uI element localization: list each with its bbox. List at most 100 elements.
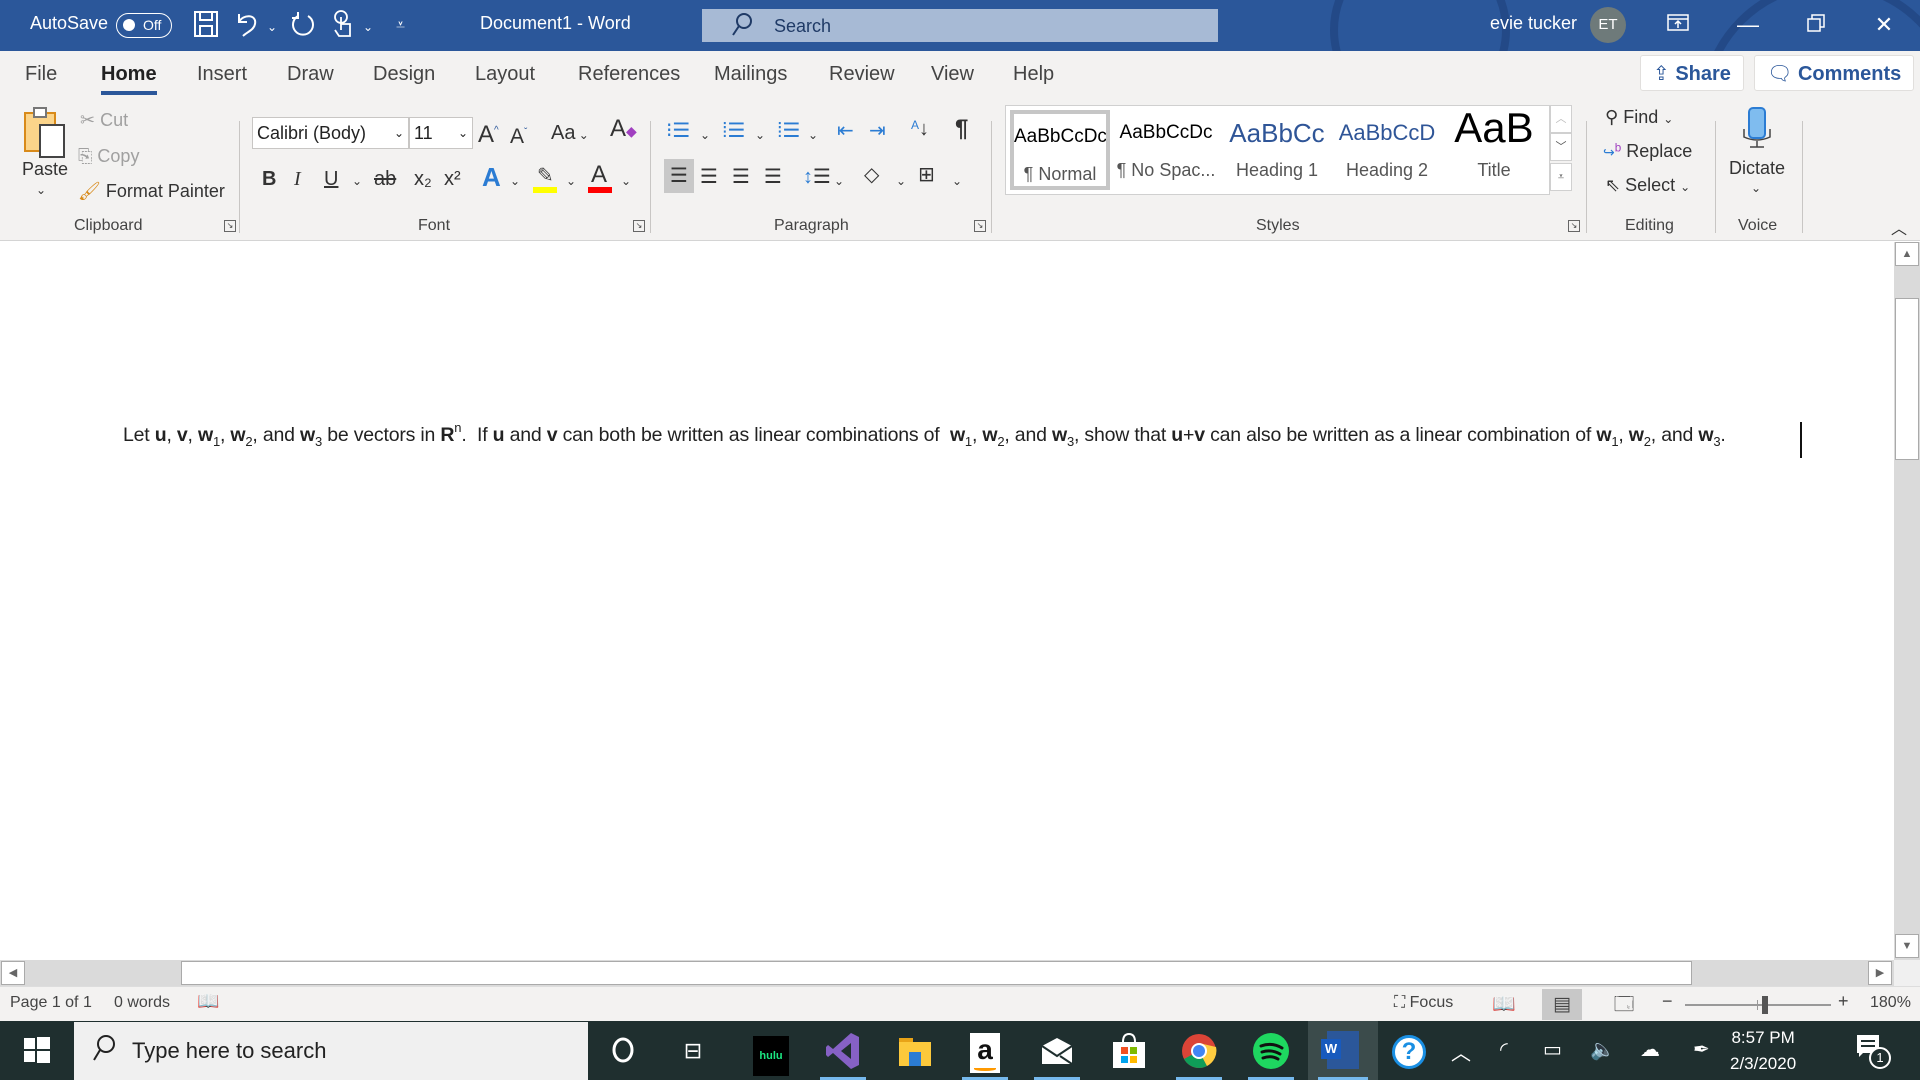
- document-canvas[interactable]: Let u, v, w1, w2, and w3 be vectors in R…: [0, 242, 1894, 960]
- font-color-icon[interactable]: A: [588, 161, 614, 193]
- strikethrough-button[interactable]: ab: [374, 167, 396, 191]
- styles-launcher-icon[interactable]: ↘: [1568, 220, 1580, 232]
- decrease-indent-icon[interactable]: ⇤: [837, 119, 854, 143]
- font-launcher-icon[interactable]: ↘: [633, 220, 645, 232]
- shrink-font-icon[interactable]: Aˇ: [510, 121, 527, 149]
- autosave-toggle[interactable]: Off: [116, 13, 172, 38]
- text-effects-icon[interactable]: A: [482, 164, 501, 190]
- select-button[interactable]: ⇖ Select ⌄: [1605, 175, 1690, 196]
- paste-dropdown-chevron-icon[interactable]: ⌄: [36, 183, 46, 197]
- web-layout-icon[interactable]: 🗔: [1604, 989, 1644, 1020]
- text-effects-dropdown-chevron-icon[interactable]: ⌄: [510, 169, 520, 193]
- scroll-right-icon[interactable]: ▶: [1868, 961, 1892, 985]
- read-mode-icon[interactable]: 📖: [1484, 989, 1524, 1020]
- show-formatting-marks-icon[interactable]: ¶: [955, 117, 968, 141]
- microsoft-store-icon[interactable]: [1096, 1021, 1162, 1080]
- multilevel-list-icon[interactable]: ⁞☰: [777, 119, 801, 143]
- tab-file[interactable]: File: [25, 63, 57, 86]
- page-count[interactable]: Page 1 of 1: [10, 994, 92, 1012]
- customize-quick-access-icon[interactable]: ⩡: [396, 12, 405, 40]
- borders-icon[interactable]: ⊞: [918, 163, 935, 187]
- volume-icon[interactable]: 🔈: [1590, 1037, 1615, 1062]
- paste-icon[interactable]: [20, 105, 70, 161]
- paste-label[interactable]: Paste: [22, 159, 68, 180]
- multilevel-dropdown-chevron-icon[interactable]: ⌄: [808, 123, 818, 147]
- dictate-dropdown-chevron-icon[interactable]: ⌄: [1751, 181, 1761, 195]
- help-icon[interactable]: ?: [1376, 1021, 1442, 1080]
- zoom-out-icon[interactable]: −: [1662, 991, 1673, 1012]
- line-spacing-icon[interactable]: ↕☰: [803, 165, 831, 189]
- print-layout-icon[interactable]: ▤: [1542, 989, 1582, 1020]
- word-count[interactable]: 0 words: [114, 994, 170, 1012]
- taskbar-search-box[interactable]: Type here to search: [74, 1022, 588, 1080]
- scroll-up-icon[interactable]: ▲: [1895, 242, 1919, 266]
- highlight-dropdown-chevron-icon[interactable]: ⌄: [566, 169, 576, 193]
- sort-icon[interactable]: A↓: [911, 117, 929, 143]
- change-case-button[interactable]: Aa ⌄: [551, 121, 589, 147]
- copy-button[interactable]: ⎘ Copy: [78, 146, 139, 167]
- share-button[interactable]: ⇪ Share: [1640, 55, 1744, 91]
- scroll-down-icon[interactable]: ▼: [1895, 934, 1919, 958]
- styles-more-icon[interactable]: ⩡: [1550, 163, 1572, 191]
- underline-button[interactable]: U: [324, 167, 338, 191]
- close-icon[interactable]: ✕: [1864, 8, 1904, 42]
- tab-references[interactable]: References: [578, 63, 680, 86]
- avatar[interactable]: ET: [1590, 7, 1626, 43]
- battery-icon[interactable]: ▭: [1543, 1037, 1562, 1062]
- numbering-dropdown-chevron-icon[interactable]: ⌄: [755, 123, 765, 147]
- subscript-button[interactable]: x₂: [414, 167, 432, 191]
- chrome-icon[interactable]: [1166, 1021, 1232, 1080]
- italic-button[interactable]: I: [294, 167, 301, 191]
- superscript-button[interactable]: x²: [444, 167, 461, 191]
- scroll-left-icon[interactable]: ◀: [1, 961, 25, 985]
- amazon-icon[interactable]: a: [952, 1021, 1018, 1080]
- taskbar-clock[interactable]: 8:57 PM 2/3/2020: [1730, 1025, 1796, 1077]
- tab-draw[interactable]: Draw: [287, 63, 334, 86]
- style-heading-1[interactable]: AaBbCc Heading 1: [1224, 110, 1330, 190]
- cortana-icon[interactable]: [590, 1021, 656, 1080]
- pen-workspace-icon[interactable]: ✒: [1693, 1037, 1710, 1062]
- shading-icon[interactable]: ◇: [864, 163, 879, 187]
- bold-button[interactable]: B: [262, 167, 276, 191]
- align-left-icon[interactable]: ☰: [664, 159, 694, 193]
- document-paragraph[interactable]: Let u, v, w1, w2, and w3 be vectors in R…: [123, 420, 1726, 449]
- search-box[interactable]: Search: [702, 9, 1218, 42]
- replace-button[interactable]: ↪b Replace: [1603, 141, 1692, 162]
- zoom-in-icon[interactable]: +: [1838, 991, 1849, 1012]
- format-painter-button[interactable]: 🖌 Format Painter: [78, 181, 225, 202]
- tab-review[interactable]: Review: [829, 63, 895, 86]
- tab-layout[interactable]: Layout: [475, 63, 535, 86]
- onedrive-icon[interactable]: ☁: [1640, 1037, 1660, 1062]
- grow-font-icon[interactable]: A^: [478, 119, 499, 147]
- bullets-icon[interactable]: ⁝☰: [666, 119, 690, 143]
- font-name-combo[interactable]: Calibri (Body) ⌄: [252, 117, 409, 149]
- styles-scroll-up-icon[interactable]: ︿: [1550, 105, 1572, 133]
- style-heading-2[interactable]: AaBbCcD Heading 2: [1334, 110, 1440, 190]
- touch-dropdown-chevron-icon[interactable]: ⌄: [363, 13, 373, 41]
- align-center-icon[interactable]: ☰: [700, 165, 718, 189]
- tab-home[interactable]: Home: [101, 63, 157, 95]
- font-size-combo[interactable]: 11 ⌄: [409, 117, 473, 149]
- start-button[interactable]: [4, 1021, 70, 1080]
- borders-dropdown-chevron-icon[interactable]: ⌄: [952, 169, 962, 193]
- file-explorer-icon[interactable]: [882, 1021, 948, 1080]
- zoom-slider-track[interactable]: [1685, 1004, 1831, 1006]
- microphone-icon[interactable]: [1740, 107, 1774, 151]
- style-normal[interactable]: AaBbCcDc ¶ Normal: [1010, 110, 1110, 190]
- proofing-icon[interactable]: 📖: [197, 991, 219, 1012]
- tab-help[interactable]: Help: [1013, 63, 1054, 86]
- vertical-scrollbar[interactable]: ▲ ▼: [1894, 242, 1920, 960]
- visual-studio-icon[interactable]: [810, 1021, 876, 1080]
- tab-design[interactable]: Design: [373, 63, 435, 86]
- minimize-icon[interactable]: —: [1728, 8, 1768, 42]
- collapse-ribbon-icon[interactable]: ︿: [1891, 215, 1907, 239]
- highlight-icon[interactable]: ✎: [533, 163, 561, 193]
- restore-icon[interactable]: [1796, 8, 1836, 42]
- focus-button[interactable]: ⛶ Focus: [1394, 994, 1453, 1012]
- comments-button[interactable]: 🗨 Comments: [1754, 55, 1915, 91]
- horizontal-scroll-thumb[interactable]: [181, 961, 1692, 985]
- find-button[interactable]: ⚲ Find ⌄: [1605, 107, 1673, 128]
- horizontal-scrollbar[interactable]: ◀ ▶: [0, 960, 1894, 986]
- underline-dropdown-chevron-icon[interactable]: ⌄: [352, 169, 362, 193]
- numbering-icon[interactable]: ⁞☰: [722, 119, 746, 143]
